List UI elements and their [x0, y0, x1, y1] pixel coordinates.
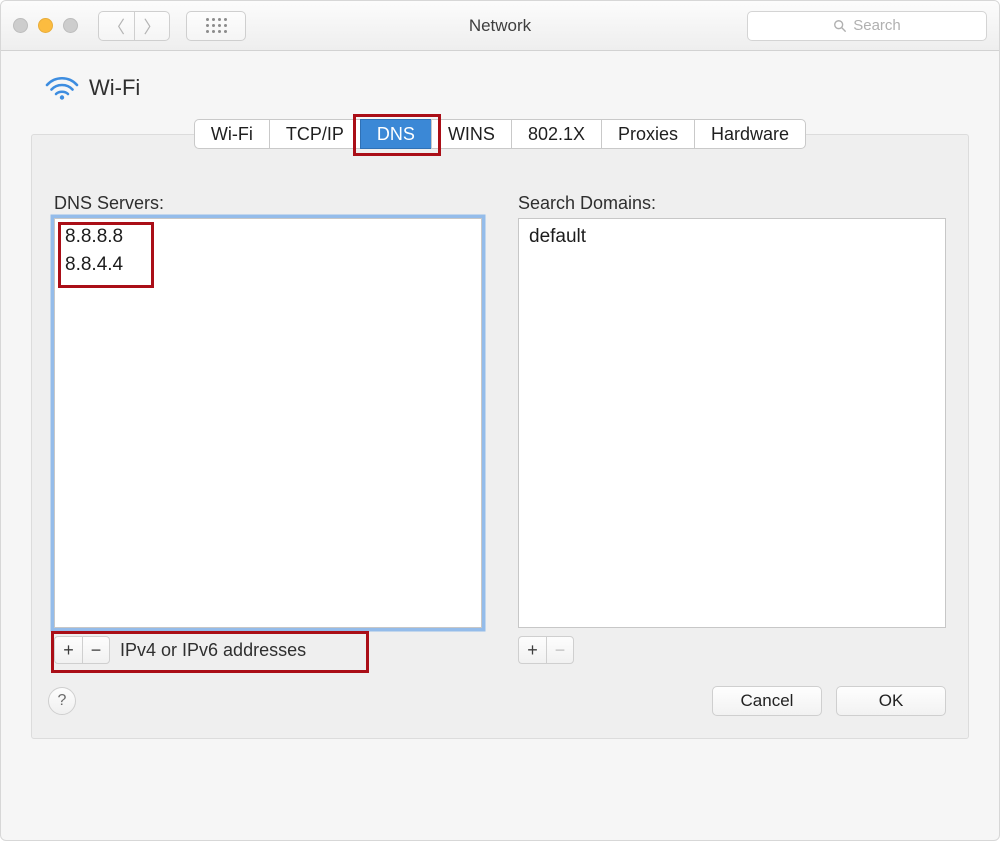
search-domains-column: Search Domains: default + − [518, 193, 946, 664]
back-button[interactable]: 〈 [98, 11, 134, 41]
help-icon: ? [58, 692, 67, 710]
chevron-right-icon: 〉 [144, 13, 161, 38]
tab-proxies[interactable]: Proxies [601, 119, 694, 149]
forward-button[interactable]: 〉 [134, 11, 170, 41]
dns-servers-label: DNS Servers: [54, 193, 482, 214]
cancel-button[interactable]: Cancel [712, 686, 822, 716]
add-search-domain-button[interactable]: + [518, 636, 546, 664]
dns-hint: IPv4 or IPv6 addresses [120, 640, 306, 661]
chevron-left-icon: 〈 [108, 13, 125, 38]
search-input[interactable]: Search [747, 11, 987, 41]
tab-tcpip[interactable]: TCP/IP [269, 119, 360, 149]
navigation-buttons: 〈 〉 [98, 11, 170, 41]
dns-servers-list[interactable]: 8.8.8.8 8.8.4.4 [54, 218, 482, 628]
search-domains-label: Search Domains: [518, 193, 946, 214]
help-button[interactable]: ? [48, 687, 76, 715]
close-window-button[interactable] [13, 18, 28, 33]
add-dns-server-button[interactable]: + [54, 636, 82, 664]
dns-server-row[interactable]: 8.8.4.4 [61, 251, 475, 279]
grid-icon [206, 18, 227, 33]
dns-servers-column: DNS Servers: 8.8.8.8 8.8.4.4 + − [54, 193, 482, 664]
tab-dns[interactable]: DNS [360, 119, 431, 149]
add-remove-group: + − [518, 636, 574, 664]
search-placeholder: Search [853, 17, 901, 34]
minus-icon: − [91, 640, 102, 661]
preferences-window: 〈 〉 Network Search [0, 0, 1000, 841]
zoom-window-button[interactable] [63, 18, 78, 33]
dns-server-row[interactable]: 8.8.8.8 [61, 223, 475, 251]
minimize-window-button[interactable] [38, 18, 53, 33]
tab-8021x[interactable]: 802.1X [511, 119, 601, 149]
plus-icon: + [527, 640, 538, 661]
dialog-footer: ? Cancel OK [54, 686, 946, 716]
window-body: Wi-Fi Wi-Fi TCP/IP DNS WINS 802.1X Proxi… [1, 51, 999, 763]
section-title: Wi-Fi [89, 75, 140, 101]
tab-wrapper: Wi-Fi TCP/IP DNS WINS 802.1X Proxies Har… [31, 119, 969, 739]
tab-wins[interactable]: WINS [431, 119, 511, 149]
section-header: Wi-Fi [31, 65, 969, 115]
window-title: Network [469, 16, 531, 36]
tab-wifi[interactable]: Wi-Fi [194, 119, 269, 149]
search-domains-controls: + − [518, 636, 946, 664]
search-icon [833, 19, 847, 33]
minus-icon: − [555, 640, 566, 661]
tab-hardware[interactable]: Hardware [694, 119, 806, 149]
dns-servers-controls: + − IPv4 or IPv6 addresses [54, 636, 482, 664]
plus-icon: + [63, 640, 74, 661]
remove-search-domain-button[interactable]: − [546, 636, 574, 664]
tab-panel: DNS Servers: 8.8.8.8 8.8.4.4 + − [31, 134, 969, 739]
add-remove-group: + − [54, 636, 110, 664]
ok-button[interactable]: OK [836, 686, 946, 716]
search-domains-list[interactable]: default [518, 218, 946, 628]
window-titlebar: 〈 〉 Network Search [1, 1, 999, 51]
search-domain-row[interactable]: default [525, 223, 939, 251]
remove-dns-server-button[interactable]: − [82, 636, 110, 664]
traffic-lights [13, 18, 78, 33]
wifi-icon [45, 75, 79, 101]
show-all-button[interactable] [186, 11, 246, 41]
tab-bar: Wi-Fi TCP/IP DNS WINS 802.1X Proxies Har… [31, 119, 969, 149]
